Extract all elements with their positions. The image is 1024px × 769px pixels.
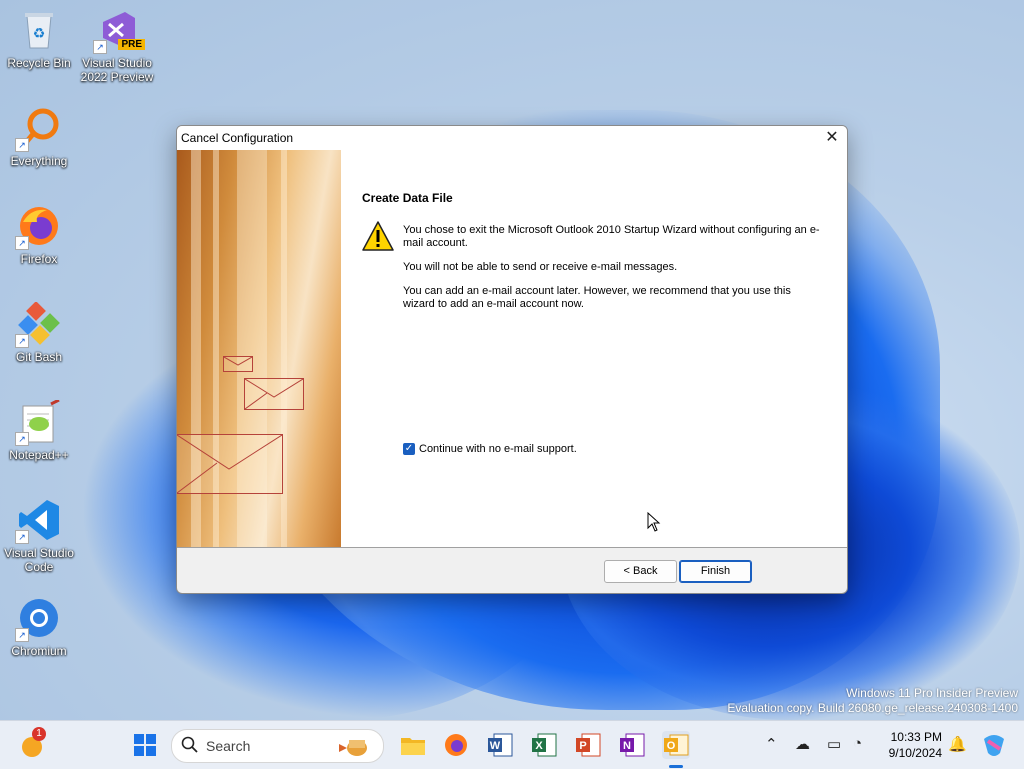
desktop-icon-label: Chromium bbox=[11, 644, 67, 658]
mouse-cursor-icon bbox=[647, 511, 661, 535]
start-icon[interactable] bbox=[131, 731, 159, 759]
shortcut-arrow-icon: ↗ bbox=[15, 334, 29, 348]
desktop-icon-firefox[interactable]: ↗ Firefox bbox=[1, 204, 77, 266]
onedrive-offline-icon[interactable]: ☁ bbox=[795, 735, 810, 753]
svg-text:O: O bbox=[667, 740, 676, 752]
chevron-up-icon[interactable]: ⌃ bbox=[765, 735, 778, 753]
svg-text:N: N bbox=[623, 740, 631, 752]
taskbar-search-box[interactable]: Search bbox=[171, 729, 384, 763]
system-clock[interactable]: 10:33 PM 9/10/2024 bbox=[889, 729, 942, 761]
notification-bell-icon[interactable]: 🔔 bbox=[948, 735, 967, 753]
svg-text:W: W bbox=[490, 740, 501, 752]
desktop-icon-visual-studio-code[interactable]: ↗ Visual Studio Code bbox=[1, 498, 77, 574]
outlook-icon[interactable]: O bbox=[662, 731, 690, 759]
copilot-preview-icon[interactable] bbox=[980, 731, 1008, 759]
envelope-medium-icon bbox=[244, 378, 304, 410]
page-heading: Create Data File bbox=[362, 191, 453, 205]
desktop-icon-label: Git Bash bbox=[15, 350, 63, 364]
shortcut-arrow-icon: ↗ bbox=[15, 432, 29, 446]
watermark-line-1: Windows 11 Pro Insider Preview bbox=[846, 686, 1018, 700]
svg-text:X: X bbox=[535, 740, 543, 752]
info-paragraph-3: You can add an e-mail account later. How… bbox=[403, 285, 791, 310]
clock-date: 9/10/2024 bbox=[888, 746, 942, 760]
shortcut-arrow-icon: ↗ bbox=[15, 628, 29, 642]
desktop-icon-label: Recycle Bin bbox=[7, 56, 71, 70]
weather-widget-icon[interactable]: 1 bbox=[18, 727, 46, 759]
volume-icon[interactable]: ◔ bbox=[853, 735, 862, 752]
search-placeholder: Search bbox=[206, 738, 251, 754]
desktop-icon-visual-studio-2022-preview[interactable]: PRE ↗ Visual Studio 2022 Preview bbox=[79, 8, 155, 84]
info-paragraph-2: You will not be able to send or receive … bbox=[403, 261, 678, 273]
firefox-icon: ↗ bbox=[15, 204, 61, 250]
file-explorer-icon[interactable] bbox=[399, 731, 427, 759]
cancel-configuration-dialog: Cancel Configuration ✕ Create Data File … bbox=[176, 125, 848, 594]
envelope-large-icon bbox=[177, 434, 283, 494]
dialog-titlebar[interactable]: Cancel Configuration ✕ bbox=[177, 126, 847, 150]
watermark-line-2: Evaluation copy. Build 26080.ge_release.… bbox=[727, 701, 1018, 715]
visual-studio-preview-icon: PRE ↗ bbox=[93, 8, 145, 54]
powerpoint-icon[interactable]: P bbox=[574, 731, 602, 759]
svg-text:♻: ♻ bbox=[33, 25, 46, 41]
finish-button[interactable]: Finish bbox=[679, 560, 752, 583]
firefox-taskbar-icon[interactable] bbox=[442, 731, 470, 759]
dialog-content: Create Data File You chose to exit the M… bbox=[177, 150, 847, 547]
preview-badge: PRE bbox=[118, 39, 145, 50]
desktop-icon-everything[interactable]: ↗ Everything bbox=[1, 106, 77, 168]
shortcut-arrow-icon: ↗ bbox=[93, 40, 107, 54]
search-highlight-icon bbox=[335, 734, 375, 761]
envelope-small-icon bbox=[223, 356, 253, 372]
wizard-side-banner bbox=[177, 150, 341, 547]
desktop-icon-recycle-bin[interactable]: ♻ Recycle Bin bbox=[1, 8, 77, 70]
shortcut-arrow-icon: ↗ bbox=[15, 530, 29, 544]
search-icon bbox=[181, 736, 199, 757]
evaluation-watermark: Windows 11 Pro Insider Preview Evaluatio… bbox=[727, 686, 1018, 716]
notepad-plus-plus-icon: ↗ bbox=[15, 398, 61, 446]
desktop-icon-label: Notepad++ bbox=[9, 448, 69, 462]
desktop-icon-chromium[interactable]: ↗ Chromium bbox=[1, 596, 77, 658]
onenote-icon[interactable]: N bbox=[618, 731, 646, 759]
continue-no-email-checkbox[interactable]: ✓ Continue with no e-mail support. bbox=[403, 443, 577, 455]
footer-divider bbox=[177, 547, 847, 548]
desktop-icon-notepad-plus-plus[interactable]: ↗ Notepad++ bbox=[1, 398, 77, 462]
checkbox-checked-icon[interactable]: ✓ bbox=[403, 443, 415, 455]
close-icon[interactable]: ✕ bbox=[817, 126, 847, 150]
svg-text:P: P bbox=[579, 740, 586, 752]
excel-icon[interactable]: X bbox=[530, 731, 558, 759]
notification-badge: 1 bbox=[32, 727, 46, 741]
git-bash-icon: ↗ bbox=[15, 301, 61, 348]
taskbar: 1 Search W X P N O ⌃ ☁ ▭ ◔ 10:33 PM 9/10… bbox=[0, 720, 1024, 769]
info-paragraph-1: You chose to exit the Microsoft Outlook … bbox=[403, 224, 820, 249]
chromium-icon: ↗ bbox=[15, 596, 61, 642]
checkbox-label[interactable]: Continue with no e-mail support. bbox=[419, 443, 577, 455]
desktop-icon-label: Everything bbox=[10, 154, 68, 168]
network-icon[interactable]: ▭ bbox=[827, 735, 841, 753]
warning-icon bbox=[362, 221, 394, 254]
desktop-icon-git-bash[interactable]: ↗ Git Bash bbox=[1, 301, 77, 364]
vscode-icon: ↗ bbox=[15, 498, 61, 544]
recycle-bin-icon: ♻ bbox=[17, 8, 61, 52]
dialog-title: Cancel Configuration bbox=[181, 131, 294, 145]
desktop-icon-label: Firefox bbox=[20, 252, 58, 266]
word-icon[interactable]: W bbox=[486, 731, 514, 759]
desktop-icon-label: Visual Studio 2022 Preview bbox=[80, 56, 154, 84]
clock-time: 10:33 PM bbox=[890, 730, 942, 744]
everything-search-icon: ↗ bbox=[15, 106, 61, 152]
back-button[interactable]: < Back bbox=[604, 560, 677, 583]
shortcut-arrow-icon: ↗ bbox=[15, 138, 29, 152]
desktop-icon-label: Visual Studio Code bbox=[4, 546, 74, 574]
shortcut-arrow-icon: ↗ bbox=[15, 236, 29, 250]
